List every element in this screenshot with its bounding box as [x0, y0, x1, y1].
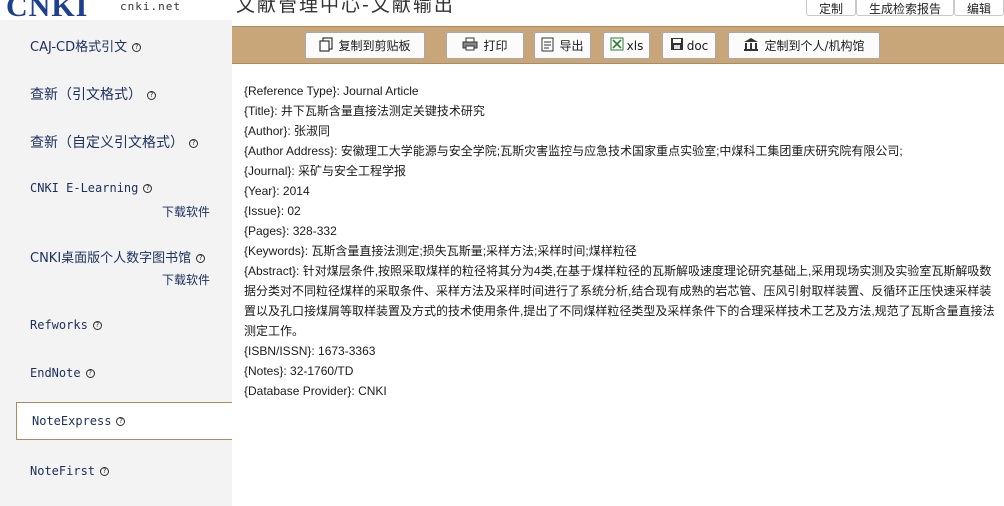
header-bar: CNKI cnki.net 文献管理中心-文献输出 定制 生成检索报告 编辑	[0, 0, 1004, 20]
page-title: 文献管理中心-文献输出	[236, 0, 455, 16]
print-icon	[462, 37, 478, 54]
sidebar-item-label[interactable]: CNKI E-Learning?	[30, 181, 153, 195]
tab-generate-report[interactable]: 生成检索报告	[855, 0, 954, 16]
help-icon[interactable]: ?	[143, 184, 153, 193]
library-icon	[743, 37, 759, 55]
sidebar-item-refworks[interactable]: Refworks?	[0, 312, 230, 340]
sidebar-item-label[interactable]: 查新（自定义引文格式）?	[30, 132, 198, 152]
ref-journal-line: {Journal}: 采矿与安全工程学报	[244, 164, 407, 178]
sidebar-item-label[interactable]: CNKI桌面版个人数字图书馆?	[30, 247, 206, 266]
format-sidebar: CAJ-CD格式引文? 查新（引文格式）? 查新（自定义引文格式）? CNKI …	[0, 20, 232, 506]
save-to-library-label: 定制到个人/机构馆	[764, 39, 865, 53]
ref-issue-line: {Issue}: 02	[244, 204, 301, 218]
help-icon[interactable]: ?	[116, 417, 126, 426]
ref-keywords-line: {Keywords}: 瓦斯含量直接法测定;损失瓦斯量;采样方法;采样时间;煤样…	[244, 244, 637, 258]
help-icon[interactable]: ?	[189, 139, 198, 148]
sidebar-item-label[interactable]: NoteExpress?	[32, 414, 126, 428]
help-icon[interactable]: ?	[147, 91, 156, 100]
sidebar-item-label[interactable]: CAJ-CD格式引文?	[30, 36, 142, 55]
help-icon[interactable]: ?	[100, 467, 110, 476]
sidebar-item-label[interactable]: EndNote?	[30, 366, 95, 380]
ref-author-line: {Author}: 张淑同	[244, 124, 331, 138]
ref-abstract: {Abstract}: 针对煤层条件,按照采取煤样的粒径将其分为4类,在基于煤样…	[244, 264, 995, 338]
print-button[interactable]: 打印	[446, 32, 524, 59]
save-disk-icon	[670, 37, 684, 54]
ref-pages-line: {Pages}: 328-332	[244, 224, 337, 238]
help-icon[interactable]: ?	[196, 254, 206, 263]
ref-author-address-line: {Author Address}: 安徽理工大学能源与安全学院;瓦斯灾害监控与应…	[244, 144, 903, 158]
sidebar-item-chaxin-citation[interactable]: 查新（引文格式）?	[0, 76, 230, 110]
sidebar-item-cnki-desktop-library[interactable]: CNKI桌面版个人数字图书馆? 下载软件	[0, 242, 230, 290]
excel-icon	[610, 37, 624, 54]
download-software-link[interactable]: 下载软件	[162, 203, 210, 220]
cnki-logo: CNKI	[6, 0, 89, 20]
tab-edit[interactable]: 编辑	[953, 0, 1004, 16]
doc-button[interactable]: doc	[662, 32, 716, 59]
help-icon[interactable]: ?	[85, 369, 95, 378]
ref-year-line: {Year}: 2014	[244, 184, 310, 198]
export-toolbar: 复制到剪贴板 打印 导出 xls doc 定制到个人/机构馆	[232, 26, 1004, 64]
help-icon[interactable]: ?	[92, 321, 102, 330]
ref-title-line: {Title}: 井下瓦斯含量直接法测定关键技术研究	[244, 104, 485, 118]
ref-database-line: {Database Provider}: CNKI	[244, 384, 387, 398]
help-icon[interactable]: ?	[132, 43, 142, 52]
xls-button[interactable]: xls	[603, 32, 650, 59]
download-software-link[interactable]: 下载软件	[162, 271, 210, 288]
sidebar-item-notefirst[interactable]: NoteFirst?	[0, 458, 230, 486]
header-tabs: 定制 生成检索报告 编辑	[805, 0, 1004, 16]
xls-button-label: xls	[626, 38, 644, 53]
ref-notes-line: {Notes}: 32-1760/TD	[244, 364, 354, 378]
print-button-label: 打印	[483, 39, 508, 53]
sidebar-item-cnki-elearning[interactable]: CNKI E-Learning? 下载软件	[0, 174, 230, 222]
sidebar-item-chaxin-custom[interactable]: 查新（自定义引文格式）?	[0, 124, 230, 158]
sidebar-item-label[interactable]: Refworks?	[30, 318, 102, 332]
copy-icon	[319, 36, 334, 55]
copy-button-label: 复制到剪贴板	[338, 39, 411, 53]
tab-customize[interactable]: 定制	[805, 0, 856, 16]
ref-type-line: {Reference Type}: Journal Article	[244, 84, 419, 98]
ref-isbn-line: {ISBN/ISSN}: 1673-3363	[244, 344, 376, 358]
export-icon	[541, 37, 554, 55]
sidebar-item-caj-cd[interactable]: CAJ-CD格式引文?	[0, 28, 230, 62]
sidebar-item-endnote[interactable]: EndNote?	[0, 360, 230, 388]
cnki-logo-text: cnki.net	[120, 0, 181, 13]
sidebar-item-noteexpress[interactable]: NoteExpress?	[16, 402, 232, 440]
doc-button-label: doc	[686, 38, 709, 53]
sidebar-item-label[interactable]: NoteFirst?	[30, 464, 110, 478]
save-to-library-button[interactable]: 定制到个人/机构馆	[728, 32, 880, 59]
copy-to-clipboard-button[interactable]: 复制到剪贴板	[305, 32, 425, 59]
export-button-label: 导出	[559, 39, 584, 53]
sidebar-item-label[interactable]: 查新（引文格式）?	[30, 84, 156, 104]
export-button[interactable]: 导出	[534, 32, 591, 59]
reference-output: {Reference Type}: Journal Article {Title…	[244, 81, 996, 401]
